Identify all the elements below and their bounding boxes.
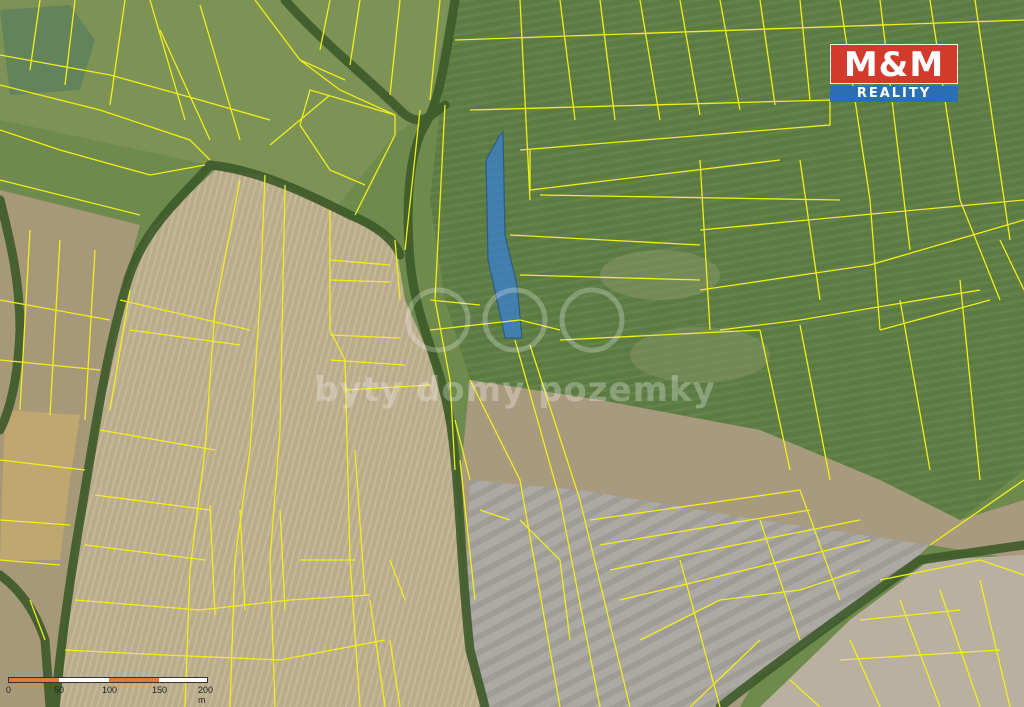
scale-label: 200 m xyxy=(198,685,214,705)
scale-segment xyxy=(109,678,159,682)
scale-bar: 0 50 100 150 200 m xyxy=(6,677,218,705)
scale-label: 100 xyxy=(102,685,118,695)
scale-bar-track xyxy=(8,677,208,683)
scale-label: 0 xyxy=(6,685,12,695)
logo-main-text: M&M xyxy=(830,44,958,85)
scale-segment xyxy=(159,678,207,682)
scale-label: 150 xyxy=(152,685,168,695)
brand-logo: M&M REALITY xyxy=(830,44,958,104)
scale-segment xyxy=(9,678,59,682)
field-light-spot xyxy=(600,250,720,300)
scale-segment xyxy=(59,678,109,682)
scale-label: 50 xyxy=(54,685,65,695)
logo-sub-text: REALITY xyxy=(830,86,958,102)
map-canvas xyxy=(0,0,1024,707)
watermark-text: byty domy pozemky xyxy=(314,370,716,410)
cadastral-map[interactable]: byty domy pozemky M&M REALITY 0 50 100 1… xyxy=(0,0,1024,707)
